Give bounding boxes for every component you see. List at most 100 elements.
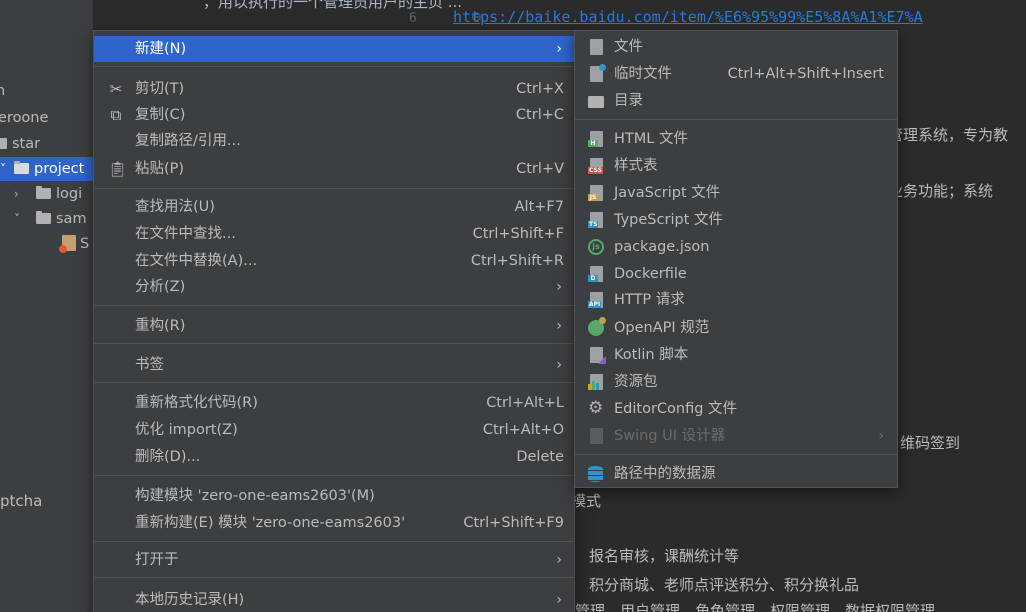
menu-separator xyxy=(94,343,574,344)
tree-item[interactable]: n xyxy=(0,79,5,103)
submenu-item-label: HTTP 请求 xyxy=(614,292,685,308)
menu-item-label: 打开于 xyxy=(135,552,179,568)
menu-separator xyxy=(94,577,574,578)
submenu-item-label: package.json xyxy=(614,239,710,255)
menu-item-find-in-files[interactable]: 在文件中查找... Ctrl+Shift+F xyxy=(94,221,574,247)
menu-item-label: 构建模块 'zero-one-eams2603'(M) xyxy=(135,488,375,504)
file-icon xyxy=(588,39,604,56)
typescript-file-icon: TS xyxy=(588,212,604,229)
menu-item-copy-path[interactable]: 复制路径/引用... xyxy=(94,128,574,154)
menu-item-local-history[interactable]: 本地历史记录(H) › xyxy=(94,587,574,612)
menu-item-open-in[interactable]: 打开于 › xyxy=(94,547,574,573)
submenu-item-label: 目录 xyxy=(614,93,643,109)
submenu-item-label: OpenAPI 规范 xyxy=(614,320,710,336)
submenu-item-openapi[interactable]: OpenAPI 规范 xyxy=(575,315,897,342)
http-request-icon: API xyxy=(588,292,604,309)
submenu-item-dockerfile[interactable]: D Dockerfile xyxy=(575,261,897,288)
javascript-file-icon: JS xyxy=(588,185,604,202)
menu-item-label: 优化 import(Z) xyxy=(135,422,238,438)
tree-item-java-file[interactable]: S xyxy=(59,232,90,256)
chevron-right-icon: › xyxy=(556,41,562,57)
folder-icon xyxy=(36,211,51,224)
tree-item-sample[interactable]: ˅ sam xyxy=(14,207,87,231)
menu-item-new[interactable]: 新建(N) › xyxy=(94,36,574,62)
tree-item-label: eroone xyxy=(0,110,49,126)
submenu-item-html-file[interactable]: H HTML 文件 xyxy=(575,126,897,153)
menu-item-label: 查找用法(U) xyxy=(135,199,215,215)
menu-item-label: 重新格式化代码(R) xyxy=(135,395,258,411)
tree-item-label: n xyxy=(0,83,6,99)
menu-item-reformat-code[interactable]: 重新格式化代码(R) Ctrl+Alt+L xyxy=(94,390,574,416)
submenu-item-stylesheet[interactable]: CSS 样式表 xyxy=(575,153,897,180)
submenu-item-label: 临时文件 xyxy=(614,66,672,82)
menu-item-label: 在文件中查找... xyxy=(135,226,236,242)
menu-separator xyxy=(94,541,574,542)
menu-item-bookmarks[interactable]: 书签 › xyxy=(94,352,574,378)
editor-url-link[interactable]: https://baike.baidu.com/item/%E6%95%99%E… xyxy=(453,8,923,26)
menu-item-replace-in-files[interactable]: 在文件中替换(A)... Ctrl+Shift+R xyxy=(94,248,574,274)
menu-item-analyze[interactable]: 分析(Z) › xyxy=(94,274,574,300)
shortcut-label: Ctrl+Alt+L xyxy=(486,395,564,411)
menu-item-label: 分析(Z) xyxy=(135,279,186,295)
submenu-item-swing-ui-designer[interactable]: Swing UI 设计器 › xyxy=(575,423,897,450)
shortcut-label: Ctrl+Shift+R xyxy=(470,253,564,269)
editor-text: 管理系统，专为教 xyxy=(888,126,1009,144)
menu-item-label: 重新构建(E) 模块 'zero-one-eams2603' xyxy=(135,515,406,531)
menu-item-label: 本地历史记录(H) xyxy=(135,592,245,608)
menu-item-paste[interactable]: 📋︎ 粘贴(P) Ctrl+V xyxy=(94,156,574,182)
menu-item-find-usages[interactable]: 查找用法(U) Alt+F7 xyxy=(94,194,574,220)
chevron-right-icon[interactable]: › xyxy=(14,182,28,206)
database-icon xyxy=(588,466,604,483)
chevron-down-icon[interactable]: ˅ xyxy=(14,207,28,231)
chevron-right-icon: › xyxy=(556,592,562,608)
tree-item-project[interactable]: ˅ project xyxy=(0,157,93,181)
menu-item-delete[interactable]: 删除(D)... Delete xyxy=(94,444,574,470)
shortcut-label: Ctrl+Shift+F9 xyxy=(463,515,564,531)
menu-item-cut[interactable]: ✂ 剪切(T) Ctrl+X xyxy=(94,76,574,102)
submenu-item-typescript-file[interactable]: TS TypeScript 文件 xyxy=(575,207,897,234)
menu-item-optimize-imports[interactable]: 优化 import(Z) Ctrl+Alt+O xyxy=(94,417,574,443)
editor-text: 管理、用户管理、角色管理、权限管理、数据权限管理 xyxy=(575,602,936,612)
shortcut-label: Ctrl+Alt+Shift+Insert xyxy=(727,66,884,82)
shortcut-label: Ctrl+V xyxy=(516,161,564,177)
chevron-down-icon[interactable]: ˅ xyxy=(0,157,14,181)
submenu-item-resource-bundle[interactable]: 资源包 xyxy=(575,369,897,396)
submenu-item-data-source[interactable]: 路径中的数据源 xyxy=(575,461,897,488)
menu-item-build-module[interactable]: 构建模块 'zero-one-eams2603'(M) xyxy=(94,483,574,509)
submenu-item-label: HTML 文件 xyxy=(614,131,688,147)
menu-item-label: 剪切(T) xyxy=(135,81,185,97)
tree-item-captcha[interactable]: ptcha xyxy=(0,492,42,510)
tree-item-login[interactable]: › logi xyxy=(14,182,82,206)
editor-text: 报名审核，课酬统计等 xyxy=(589,547,740,565)
submenu-item-label: Dockerfile xyxy=(614,266,687,282)
submenu-item-scratch-file[interactable]: 临时文件 Ctrl+Alt+Shift+Insert xyxy=(575,61,897,88)
shortcut-label: Alt+F7 xyxy=(514,199,564,215)
submenu-item-editorconfig[interactable]: ⚙ EditorConfig 文件 xyxy=(575,396,897,423)
menu-separator xyxy=(575,119,897,120)
tree-item-star[interactable]: star xyxy=(0,132,40,156)
submenu-item-kotlin-script[interactable]: Kotlin 脚本 xyxy=(575,342,897,369)
html-file-icon: H xyxy=(588,131,604,148)
shortcut-label: Ctrl+Shift+F xyxy=(472,226,564,242)
clipboard-icon: 📋︎ xyxy=(108,160,128,178)
tree-item-label: S xyxy=(80,236,90,252)
submenu-item-label: 文件 xyxy=(614,39,643,55)
tree-item-label: project xyxy=(34,161,85,177)
submenu-item-javascript-file[interactable]: JS JavaScript 文件 xyxy=(575,180,897,207)
menu-item-label: 复制(C) xyxy=(135,107,186,123)
submenu-item-file[interactable]: 文件 xyxy=(575,34,897,61)
menu-item-copy[interactable]: ⧉ 复制(C) Ctrl+C xyxy=(94,102,574,128)
swing-designer-icon xyxy=(588,428,604,445)
tree-item-zeroone[interactable]: eroone xyxy=(0,106,48,130)
menu-item-rebuild-module[interactable]: 重新构建(E) 模块 'zero-one-eams2603' Ctrl+Shif… xyxy=(94,510,574,536)
editor-text: 模式 xyxy=(571,492,602,510)
submenu-item-http-request[interactable]: API HTTP 请求 xyxy=(575,287,897,314)
submenu-item-directory[interactable]: 目录 xyxy=(575,88,897,115)
folder-icon xyxy=(36,186,51,199)
submenu-item-label: Swing UI 设计器 xyxy=(614,428,726,444)
submenu-item-package-json[interactable]: js package.json xyxy=(575,234,897,261)
menu-item-refactor[interactable]: 重构(R) › xyxy=(94,313,574,339)
chevron-right-icon: › xyxy=(878,428,884,444)
menu-separator xyxy=(94,475,574,476)
menu-separator xyxy=(94,382,574,383)
